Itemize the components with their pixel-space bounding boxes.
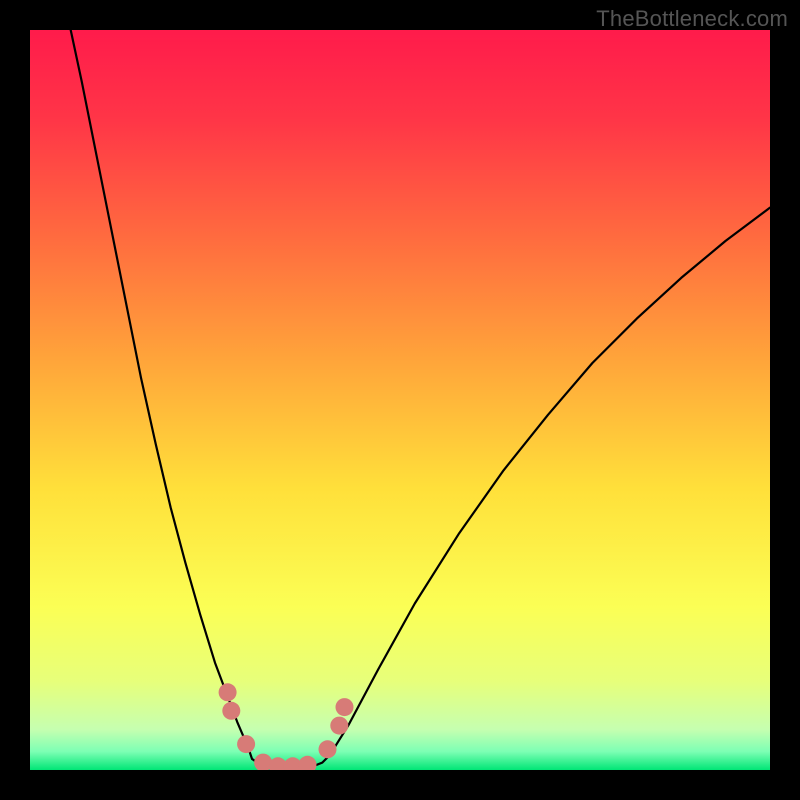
chart-frame: TheBottleneck.com [0, 0, 800, 800]
curve-layer [30, 30, 770, 770]
trough-dot [237, 735, 255, 753]
trough-dot [319, 740, 337, 758]
bottleneck-curve [71, 30, 770, 770]
trough-dot [222, 702, 240, 720]
trough-dot [299, 756, 317, 770]
trough-dot [336, 698, 354, 716]
plot-area [30, 30, 770, 770]
watermark-text: TheBottleneck.com [596, 6, 788, 32]
trough-dot [330, 717, 348, 735]
trough-dot [219, 683, 237, 701]
